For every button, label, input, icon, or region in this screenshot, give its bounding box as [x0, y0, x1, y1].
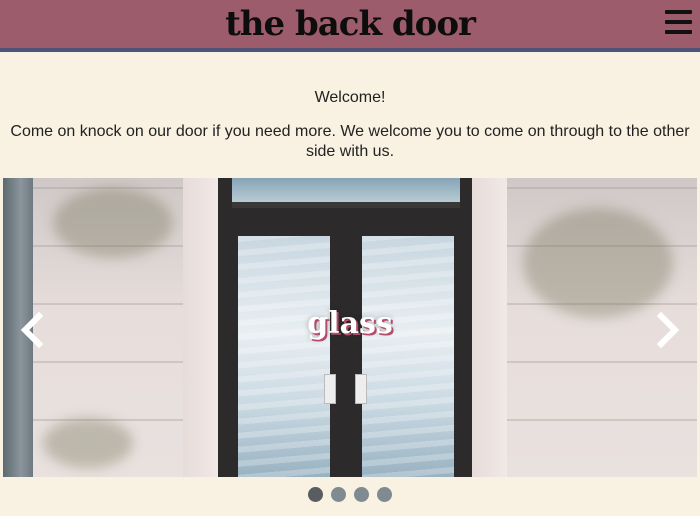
- site-header: the back door: [0, 0, 700, 52]
- site-title[interactable]: the back door: [0, 2, 700, 46]
- menu-bar: [665, 30, 692, 34]
- door-handle: [324, 374, 336, 404]
- intro-text: Come on knock on our door if you need mo…: [10, 123, 690, 160]
- carousel-dot-4[interactable]: [377, 487, 392, 502]
- hamburger-menu-icon[interactable]: [665, 10, 692, 34]
- carousel-dot-1[interactable]: [308, 487, 323, 502]
- moss-patch: [523, 208, 673, 318]
- carousel-dot-3[interactable]: [354, 487, 369, 502]
- welcome-heading: Welcome!: [314, 89, 386, 106]
- menu-bar: [665, 20, 692, 24]
- image-carousel[interactable]: glass: [3, 178, 697, 477]
- chevron-left-icon[interactable]: [19, 311, 45, 349]
- glass-door-panel-right: [362, 236, 454, 477]
- door-mullion: [339, 228, 355, 477]
- carousel-indicators: [0, 487, 700, 502]
- menu-bar: [665, 10, 692, 14]
- moss-patch: [43, 418, 133, 468]
- carousel-dot-2[interactable]: [331, 487, 346, 502]
- moss-patch: [53, 188, 173, 258]
- slide-caption: glass: [307, 306, 393, 341]
- transom-window: [232, 178, 460, 208]
- door-handle: [355, 374, 367, 404]
- chevron-right-icon[interactable]: [655, 311, 681, 349]
- glass-door-panel-left: [238, 236, 330, 477]
